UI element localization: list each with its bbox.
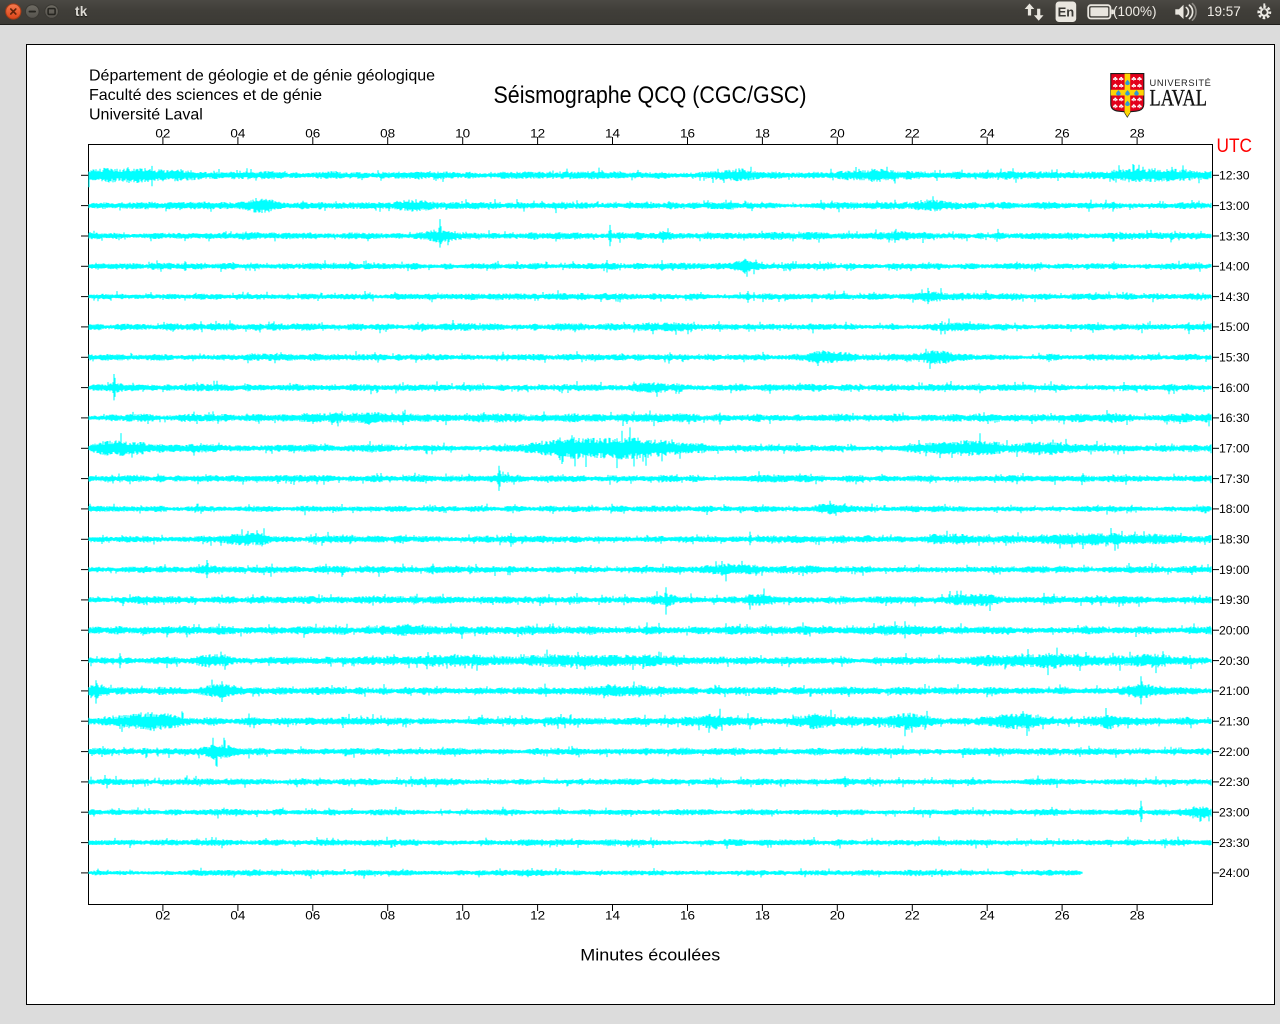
svg-text:12: 12 — [530, 911, 545, 923]
svg-text:24: 24 — [980, 911, 996, 923]
svg-text:16:00: 16:00 — [1219, 381, 1250, 395]
svg-text:02: 02 — [155, 129, 170, 141]
svg-text:26: 26 — [1055, 129, 1070, 141]
svg-text:18:00: 18:00 — [1219, 502, 1250, 516]
svg-text:10: 10 — [455, 129, 470, 141]
svg-text:17:00: 17:00 — [1219, 442, 1250, 456]
svg-text:12: 12 — [530, 129, 545, 141]
svg-text:14:30: 14:30 — [1219, 290, 1250, 304]
svg-text:15:00: 15:00 — [1219, 320, 1250, 334]
svg-text:UTC: UTC — [1217, 136, 1253, 157]
svg-text:22:00: 22:00 — [1219, 745, 1250, 759]
svg-text:Université Laval: Université Laval — [89, 107, 203, 124]
svg-text:24:00: 24:00 — [1219, 866, 1250, 880]
svg-text:13:00: 13:00 — [1219, 199, 1250, 213]
svg-text:16: 16 — [680, 911, 695, 923]
svg-text:23:00: 23:00 — [1219, 806, 1250, 820]
svg-text:23:30: 23:30 — [1219, 836, 1250, 850]
svg-text:22: 22 — [905, 911, 920, 923]
svg-text:04: 04 — [230, 911, 246, 923]
svg-text:18:30: 18:30 — [1219, 533, 1250, 547]
svg-text:19:30: 19:30 — [1219, 593, 1250, 607]
svg-text:15:30: 15:30 — [1219, 351, 1250, 365]
svg-text:20:00: 20:00 — [1219, 624, 1250, 638]
svg-text:21:00: 21:00 — [1219, 684, 1250, 698]
svg-text:28: 28 — [1130, 911, 1145, 923]
svg-text:13:30: 13:30 — [1219, 229, 1250, 243]
svg-text:06: 06 — [305, 129, 320, 141]
svg-text:22: 22 — [905, 129, 920, 141]
svg-text:24: 24 — [980, 129, 996, 141]
svg-text:Département de géologie et de: Département de géologie et de génie géol… — [89, 67, 435, 84]
svg-text:LAVAL: LAVAL — [1150, 86, 1208, 112]
svg-text:20: 20 — [830, 129, 845, 141]
svg-text:18: 18 — [755, 129, 770, 141]
svg-text:08: 08 — [380, 129, 395, 141]
svg-text:18: 18 — [755, 911, 770, 923]
svg-text:20:30: 20:30 — [1219, 654, 1250, 668]
svg-text:08: 08 — [380, 911, 395, 923]
svg-text:Faculté des sciences et de gén: Faculté des sciences et de génie — [89, 87, 322, 104]
svg-text:19:00: 19:00 — [1219, 563, 1250, 577]
svg-text:10: 10 — [455, 911, 470, 923]
svg-text:17:30: 17:30 — [1219, 472, 1250, 486]
svg-text:16: 16 — [680, 129, 695, 141]
svg-text:16:30: 16:30 — [1219, 411, 1250, 425]
svg-text:14: 14 — [605, 911, 621, 923]
svg-text:04: 04 — [230, 129, 246, 141]
svg-text:21:30: 21:30 — [1219, 715, 1250, 729]
svg-text:14:00: 14:00 — [1219, 260, 1250, 274]
svg-text:26: 26 — [1055, 911, 1070, 923]
svg-text:20: 20 — [830, 911, 845, 923]
svg-text:12:30: 12:30 — [1219, 169, 1250, 183]
svg-text:28: 28 — [1130, 129, 1145, 141]
svg-text:22:30: 22:30 — [1219, 775, 1250, 789]
svg-text:06: 06 — [305, 911, 320, 923]
svg-text:Minutes écoulées: Minutes écoulées — [580, 946, 720, 964]
svg-text:14: 14 — [605, 129, 621, 141]
svg-text:Séismographe QCQ (CGC/GSC): Séismographe QCQ (CGC/GSC) — [494, 82, 807, 109]
svg-text:02: 02 — [155, 911, 170, 923]
